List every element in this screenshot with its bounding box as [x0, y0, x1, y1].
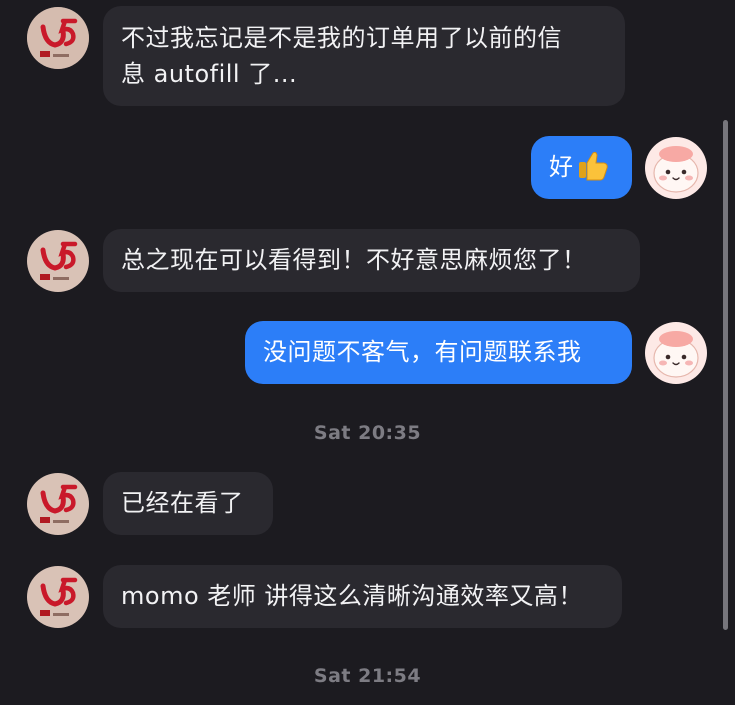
contact-avatar[interactable]: [27, 566, 89, 628]
message-bubble-incoming[interactable]: 已经在看了: [103, 472, 273, 535]
contact-avatar[interactable]: [27, 473, 89, 535]
message-bubble-outgoing[interactable]: 好: [531, 136, 632, 199]
message-text: 总之现在可以看得到！不好意思麻烦您了！: [121, 246, 587, 274]
user-avatar-image: [645, 322, 707, 384]
contact-avatar[interactable]: [27, 230, 89, 292]
message-bubble-incoming[interactable]: 不过我忘记是不是我的订单用了以前的信 息 autofill 了...: [103, 6, 625, 106]
message-bubble-outgoing[interactable]: 没问题不客气，有问题联系我: [245, 321, 632, 384]
scrollbar-thumb[interactable]: [723, 120, 728, 630]
contact-avatar-image: [27, 230, 89, 292]
message-bubble-incoming[interactable]: momo 老师 讲得这么清晰沟通效率又高！: [103, 565, 622, 628]
message-text: 已经在看了: [121, 489, 244, 517]
contact-avatar-image: [27, 7, 89, 69]
contact-avatar-image: [27, 473, 89, 535]
contact-avatar[interactable]: [27, 7, 89, 69]
timestamp-divider: Sat 21:54: [313, 665, 422, 687]
message-text-line: 息 autofill 了...: [121, 60, 298, 88]
message-text: 好: [549, 153, 574, 181]
message-text-line: 不过我忘记是不是我的订单用了以前的信: [121, 24, 562, 52]
user-avatar-image: [645, 137, 707, 199]
timestamp-divider: Sat 20:35: [313, 422, 422, 444]
user-avatar[interactable]: [645, 137, 707, 199]
message-text: 没问题不客气，有问题联系我: [263, 338, 582, 366]
message-text: momo 老师 讲得这么清晰沟通效率又高！: [121, 582, 583, 610]
contact-avatar-image: [27, 566, 89, 628]
thumbs-up-icon: [576, 149, 608, 191]
user-avatar[interactable]: [645, 322, 707, 384]
chat-thread[interactable]: 不过我忘记是不是我的订单用了以前的信 息 autofill 了... 好 总之现…: [0, 0, 735, 705]
message-bubble-incoming[interactable]: 总之现在可以看得到！不好意思麻烦您了！: [103, 229, 640, 292]
